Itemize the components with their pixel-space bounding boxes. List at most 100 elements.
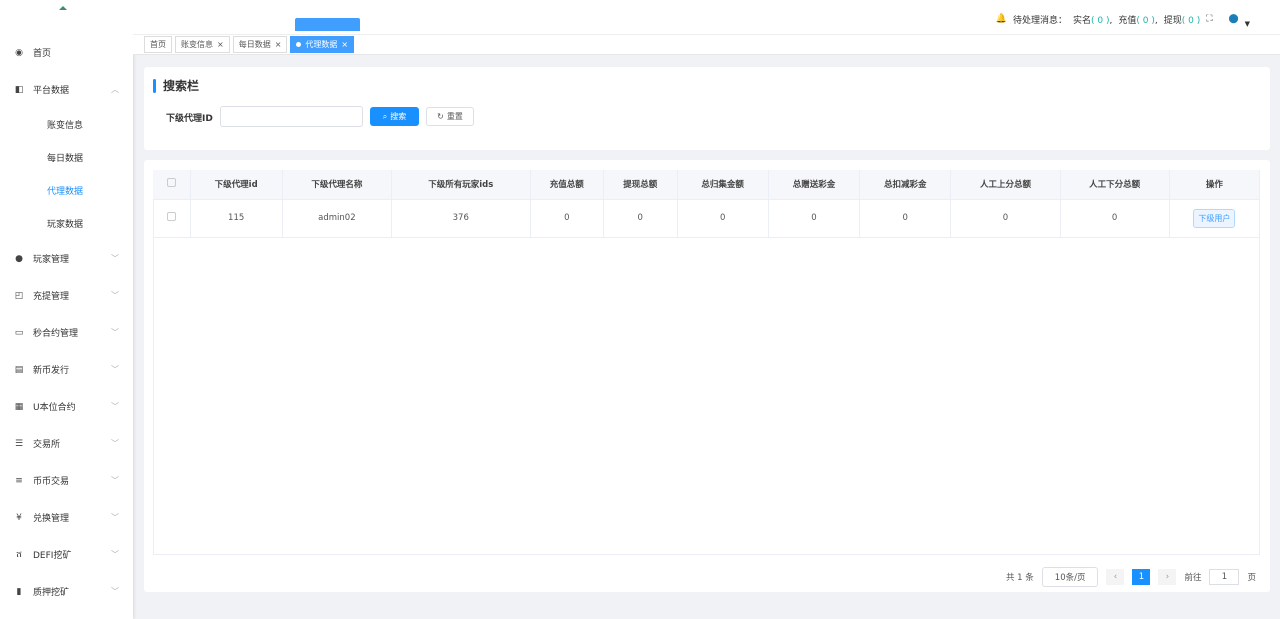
yen-icon: ¥: [16, 512, 22, 523]
notice-recharge[interactable]: 充值( 0 ),: [1118, 13, 1157, 26]
tab-label: 账变信息: [181, 40, 213, 49]
sidebar-item[interactable]: ◉ 首页: [0, 34, 133, 71]
sidebar-subitem[interactable]: 玩家数据: [0, 207, 133, 240]
tab-item[interactable]: 每日数据 ×: [232, 36, 288, 53]
tab-label: 首页: [150, 40, 166, 49]
chevron-down-icon: ﹀: [111, 550, 119, 559]
table-cell: 0: [603, 199, 678, 238]
sidebar: ◉ 首页 ◧ 平台数据 ︿ 账变信息 每日数据 代理数据 玩家数据 ● 玩家管理 ﹀ ◰ 充提管理 ﹀ ▭ 秒合…: [0, 0, 133, 619]
column-header: 提现总额: [603, 170, 678, 200]
column-header: 总扣减彩金: [859, 170, 952, 200]
sidebar-item[interactable]: ☰ 交易所 ﹀: [0, 425, 133, 462]
sidebar-item[interactable]: ▮ 质押挖矿 ﹀: [0, 573, 133, 610]
chevron-down-icon: ﹀: [111, 402, 119, 411]
table-cell: 0: [950, 199, 1061, 238]
sidebar-item[interactable]: ◧ 平台数据 ︿: [0, 71, 133, 108]
sidebar-item[interactable]: ሸ DEFI挖矿 ﹀: [0, 536, 133, 573]
notice-realname[interactable]: 实名( 0 ),: [1073, 13, 1112, 26]
sidebar-item[interactable]: ▦ U本位合约 ﹀: [0, 388, 133, 425]
table-cell: 0: [1060, 199, 1170, 238]
close-icon[interactable]: ×: [341, 40, 348, 49]
copy-icon: ◰: [14, 290, 24, 301]
column-header: 操作: [1169, 170, 1261, 200]
reset-button[interactable]: ↻ 重置: [426, 107, 474, 126]
sidebar-item[interactable]: ▭ 秒合约管理 ﹀: [0, 314, 133, 351]
select-all-checkbox[interactable]: [153, 170, 191, 200]
sidebar-subitem[interactable]: 账变信息: [0, 108, 133, 141]
sidebar-item-label: 玩家管理: [33, 255, 70, 265]
bell-icon[interactable]: 🔔: [996, 14, 1007, 24]
search-button[interactable]: ⌕ 搜索: [370, 107, 419, 126]
person-icon: ሸ: [16, 549, 22, 560]
page-size-select[interactable]: 10条/页: [1041, 567, 1099, 587]
sidebar-item-label: 充提管理: [33, 292, 70, 302]
tab-label: 代理数据: [305, 40, 338, 49]
sidebar-item[interactable]: ▤ 新币发行 ﹀: [0, 351, 133, 388]
tab-item[interactable]: 代理数据 ×: [290, 36, 355, 53]
chevron-down-icon: ﹀: [111, 587, 119, 596]
collapse-icon[interactable]: [59, 6, 67, 10]
close-icon[interactable]: ×: [217, 40, 224, 49]
sidebar-item[interactable]: ◰ 充提管理 ﹀: [0, 277, 133, 314]
column-header: 人工下分总额: [1060, 170, 1170, 200]
chevron-down-icon: ﹀: [111, 439, 119, 448]
table-cell: admin02: [282, 199, 392, 238]
agent-id-input[interactable]: [220, 106, 363, 127]
search-title: 搜索栏: [153, 77, 199, 94]
table-row: 115 admin02 376 0 0 0 0 0 0 0 下级用户: [153, 199, 1261, 238]
active-dot-icon: [296, 42, 302, 47]
goto-label: 前往: [1184, 573, 1202, 583]
action-cell: 下级用户: [1169, 199, 1261, 238]
column-header: 总归集金额: [677, 170, 769, 200]
sidebar-item-label: 质押挖矿: [33, 588, 70, 598]
chevron-up-icon: ︿: [111, 85, 119, 94]
sidebar-item-label: 新币发行: [33, 366, 70, 376]
user-icon: ●: [15, 253, 23, 264]
book-icon: ◧: [14, 84, 24, 95]
monitor-icon: ▭: [14, 327, 24, 338]
avatar[interactable]: ⬤: [1229, 14, 1239, 24]
sidebar-subitem[interactable]: 代理数据: [0, 174, 133, 207]
page-unit-label: 页: [1247, 573, 1256, 583]
grid-icon: ▦: [14, 401, 24, 412]
pagination: 共 1 条 10条/页 ‹ 1 › 前往 1 页: [1006, 567, 1256, 587]
tab-item[interactable]: 首页: [144, 36, 172, 53]
chevron-down-icon: ﹀: [111, 365, 119, 374]
search-panel: 搜索栏 下级代理ID ⌕ 搜索 ↻ 重置: [144, 67, 1270, 150]
tab-item[interactable]: 账变信息 ×: [175, 36, 230, 53]
prev-page-button[interactable]: ‹: [1106, 569, 1125, 585]
column-header: 下级代理id: [190, 170, 283, 200]
close-icon[interactable]: ×: [275, 40, 282, 49]
table-cell: 0: [768, 199, 861, 238]
table-cell: 0: [859, 199, 952, 238]
page-1-button[interactable]: 1: [1132, 569, 1151, 585]
notice-withdraw[interactable]: 提现( 0 ): [1164, 13, 1201, 26]
table-cell: 0: [530, 199, 605, 238]
table-cell: 376: [391, 199, 531, 238]
goto-page-input[interactable]: 1: [1209, 569, 1240, 585]
card-icon: ▤: [14, 364, 24, 375]
list-icon: ☰: [14, 438, 24, 449]
chevron-down-icon[interactable]: ▼: [1245, 20, 1250, 28]
sidebar-subitem[interactable]: 每日数据: [0, 141, 133, 174]
column-header: 总赠送彩金: [768, 170, 861, 200]
fullscreen-icon[interactable]: ⛶: [1206, 14, 1212, 24]
chevron-down-icon: ﹀: [111, 291, 119, 300]
agent-table: 下级代理id 下级代理名称 下级所有玩家ids 充值总额 提现总额 总归集金额 总赠送彩金总…: [153, 170, 1261, 238]
sidebar-item-label: DEFI挖矿: [33, 551, 72, 561]
bar-chart-icon: ▮: [16, 586, 22, 597]
sidebar-item-label: 首页: [33, 49, 52, 59]
sidebar-item-label: 交易所: [33, 440, 61, 450]
next-page-button[interactable]: ›: [1158, 569, 1177, 585]
notice-area: 🔔 待处理消息： 实名( 0 ), 充值( 0 ), 提现( 0 ) ⛶ ⬤ ▼: [996, 10, 1250, 28]
sidebar-item[interactable]: ≡ 币币交易 ﹀: [0, 462, 133, 499]
sidebar-item-label: 币币交易: [33, 477, 70, 487]
table-cell: 0: [677, 199, 769, 238]
column-header: 充值总额: [530, 170, 605, 200]
row-checkbox[interactable]: [153, 199, 191, 238]
sidebar-item[interactable]: ¥ 兑换管理 ﹀: [0, 499, 133, 536]
sub-users-button[interactable]: 下级用户: [1193, 208, 1236, 228]
search-icon: ⌕: [382, 111, 388, 121]
sidebar-item[interactable]: ● 玩家管理 ﹀: [0, 240, 133, 277]
sidebar-item-label: 平台数据: [33, 86, 70, 96]
